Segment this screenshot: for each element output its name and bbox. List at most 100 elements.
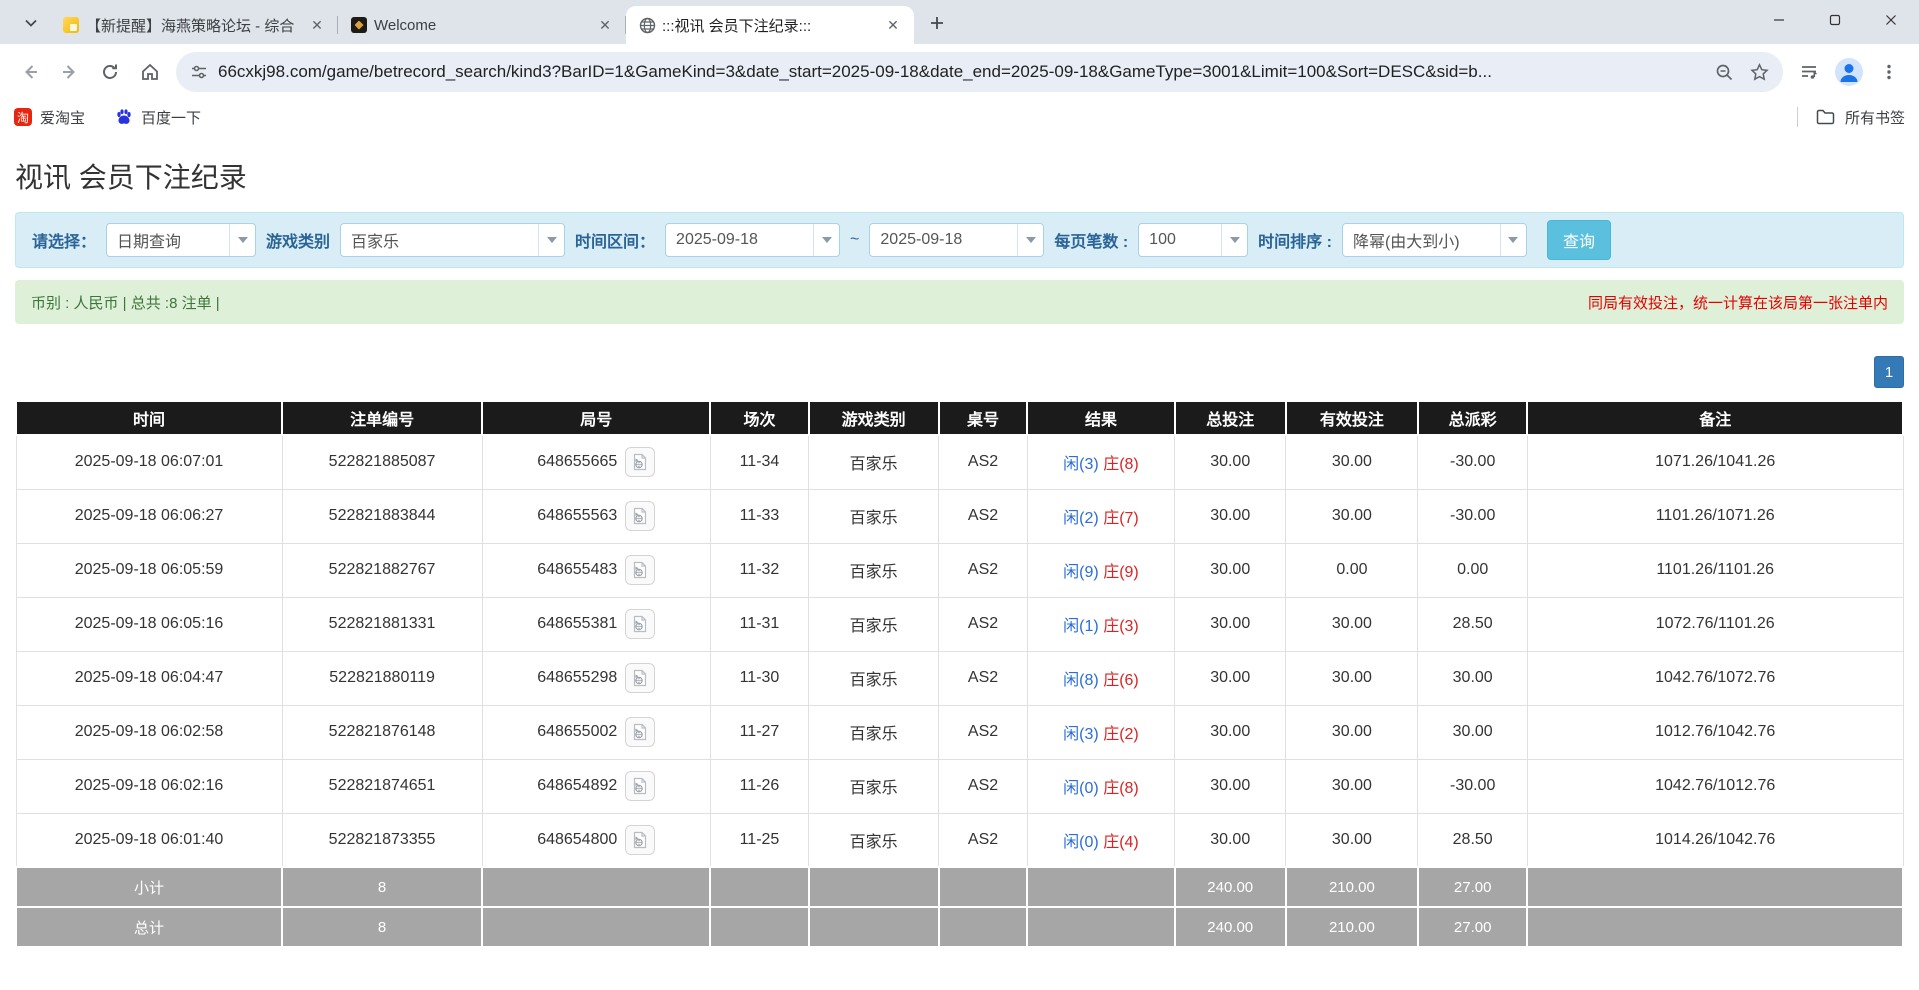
menu-dots-icon[interactable] <box>1869 52 1909 92</box>
close-window-button[interactable] <box>1863 0 1919 40</box>
subtotal-count: 8 <box>282 867 482 907</box>
cell-game: 百家乐 <box>809 435 939 489</box>
currency-summary: 币别 : 人民币 | 总共 :8 注单 | <box>31 292 220 313</box>
query-button[interactable]: 查询 <box>1547 220 1611 260</box>
bookmark-label: 爱淘宝 <box>40 107 85 128</box>
cell-round-id: 648655002 <box>482 705 710 759</box>
all-bookmarks-label[interactable]: 所有书签 <box>1845 107 1905 128</box>
cell-payout: -30.00 <box>1418 759 1527 813</box>
close-icon[interactable]: ✕ <box>306 14 328 36</box>
tab-bet-records[interactable]: :::视讯 会员下注纪录::: ✕ <box>626 6 914 44</box>
sort-label: 时间排序 : <box>1258 228 1332 252</box>
zoom-icon[interactable] <box>1715 63 1734 82</box>
cell-remark: 1042.76/1012.76 <box>1527 759 1903 813</box>
cell-total-bet[interactable]: 30.00 <box>1175 597 1286 651</box>
url-text[interactable]: 66cxkj98.com/game/betrecord_search/kind3… <box>218 62 1705 82</box>
video-replay-button[interactable] <box>625 717 655 747</box>
cell-round-id: 648654892 <box>482 759 710 813</box>
video-replay-button[interactable] <box>625 771 655 801</box>
video-replay-button[interactable] <box>625 501 655 531</box>
close-icon[interactable]: ✕ <box>594 14 616 36</box>
video-replay-button[interactable] <box>625 663 655 693</box>
new-tab-button[interactable] <box>922 8 952 38</box>
tab-search-chevron-icon[interactable] <box>14 6 48 40</box>
cell-result: 闲(2) 庄(7) <box>1027 489 1174 543</box>
media-controls-icon[interactable] <box>1789 52 1829 92</box>
cell-remark: 1072.76/1101.26 <box>1527 597 1903 651</box>
maximize-button[interactable] <box>1807 0 1863 40</box>
tab-title: :::视讯 会员下注纪录::: <box>662 15 876 36</box>
cell-game: 百家乐 <box>809 813 939 867</box>
game-kind-select[interactable]: 百家乐 <box>340 223 565 257</box>
site-settings-icon[interactable] <box>190 63 208 81</box>
cell-time: 2025-09-18 06:02:16 <box>16 759 282 813</box>
tab-forum[interactable]: 【新提醒】海燕策略论坛 - 综合 ✕ <box>50 6 338 44</box>
forward-icon[interactable] <box>50 52 90 92</box>
bookmark-star-icon[interactable] <box>1750 63 1769 82</box>
cell-session: 11-33 <box>710 489 808 543</box>
home-icon[interactable] <box>130 52 170 92</box>
per-page-select[interactable]: 100 <box>1138 223 1248 257</box>
gold-crest-icon <box>350 16 368 34</box>
col-payout: 总派彩 <box>1418 401 1527 435</box>
cell-round-id: 648655563 <box>482 489 710 543</box>
cell-table-no: AS2 <box>939 543 1028 597</box>
back-icon[interactable] <box>10 52 50 92</box>
cell-table-no: AS2 <box>939 597 1028 651</box>
col-result: 结果 <box>1027 401 1174 435</box>
cell-result: 闲(3) 庄(8) <box>1027 435 1174 489</box>
table-row: 2025-09-18 06:05:59 522821882767 6486554… <box>16 543 1903 597</box>
cell-time: 2025-09-18 06:04:47 <box>16 651 282 705</box>
address-bar[interactable]: 66cxkj98.com/game/betrecord_search/kind3… <box>176 52 1783 92</box>
tab-title: Welcome <box>374 17 588 34</box>
video-replay-button[interactable] <box>625 609 655 639</box>
cell-total-bet[interactable]: 30.00 <box>1175 759 1286 813</box>
video-replay-button[interactable] <box>625 825 655 855</box>
total-valid-bet: 210.00 <box>1286 907 1418 947</box>
video-replay-button[interactable] <box>625 447 655 477</box>
bookmarks-bar: 淘 爱淘宝 百度一下 所有书签 <box>0 100 1919 134</box>
tab-welcome[interactable]: Welcome ✕ <box>338 6 626 44</box>
col-time: 时间 <box>16 401 282 435</box>
cell-result: 闲(3) 庄(2) <box>1027 705 1174 759</box>
page-1-button[interactable]: 1 <box>1874 356 1904 388</box>
cell-total-bet[interactable]: 30.00 <box>1175 705 1286 759</box>
profile-avatar[interactable] <box>1829 52 1869 92</box>
cell-total-bet[interactable]: 30.00 <box>1175 543 1286 597</box>
subtotal-valid-bet: 210.00 <box>1286 867 1418 907</box>
cell-valid-bet: 30.00 <box>1286 651 1418 705</box>
cell-round-id: 648655665 <box>482 435 710 489</box>
cell-valid-bet: 30.00 <box>1286 489 1418 543</box>
cell-bet-id: 522821880119 <box>282 651 482 705</box>
page-title: 视讯 会员下注纪录 <box>15 156 1904 196</box>
cell-total-bet[interactable]: 30.00 <box>1175 489 1286 543</box>
col-bet-id: 注单编号 <box>282 401 482 435</box>
cell-total-bet[interactable]: 30.00 <box>1175 435 1286 489</box>
reload-icon[interactable] <box>90 52 130 92</box>
table-body: 2025-09-18 06:07:01 522821885087 6486556… <box>16 435 1903 867</box>
bookmark-aitaobao[interactable]: 淘 爱淘宝 <box>14 107 85 128</box>
bookmark-baidu[interactable]: 百度一下 <box>115 107 201 128</box>
cell-table-no: AS2 <box>939 489 1028 543</box>
cell-total-bet[interactable]: 30.00 <box>1175 651 1286 705</box>
minimize-button[interactable] <box>1751 0 1807 40</box>
table-row: 2025-09-18 06:06:27 522821883844 6486555… <box>16 489 1903 543</box>
cell-bet-id: 522821883844 <box>282 489 482 543</box>
cell-time: 2025-09-18 06:07:01 <box>16 435 282 489</box>
cell-remark: 1012.76/1042.76 <box>1527 705 1903 759</box>
total-row: 总计 8 240.00 210.00 27.00 <box>16 907 1903 947</box>
sort-select[interactable]: 降幂(由大到小) <box>1342 223 1527 257</box>
cell-table-no: AS2 <box>939 435 1028 489</box>
col-table-no: 桌号 <box>939 401 1028 435</box>
query-type-select[interactable]: 日期查询 <box>106 223 256 257</box>
cell-payout: 30.00 <box>1418 705 1527 759</box>
divider <box>1797 107 1798 127</box>
date-start-select[interactable]: 2025-09-18 <box>665 223 840 257</box>
cell-table-no: AS2 <box>939 705 1028 759</box>
video-replay-button[interactable] <box>625 555 655 585</box>
close-icon[interactable]: ✕ <box>882 14 904 36</box>
tab-strip: 【新提醒】海燕策略论坛 - 综合 ✕ Welcome ✕ :::视讯 会员下注纪… <box>0 0 1919 44</box>
table-row: 2025-09-18 06:02:16 522821874651 6486548… <box>16 759 1903 813</box>
date-end-select[interactable]: 2025-09-18 <box>869 223 1044 257</box>
cell-total-bet[interactable]: 30.00 <box>1175 813 1286 867</box>
